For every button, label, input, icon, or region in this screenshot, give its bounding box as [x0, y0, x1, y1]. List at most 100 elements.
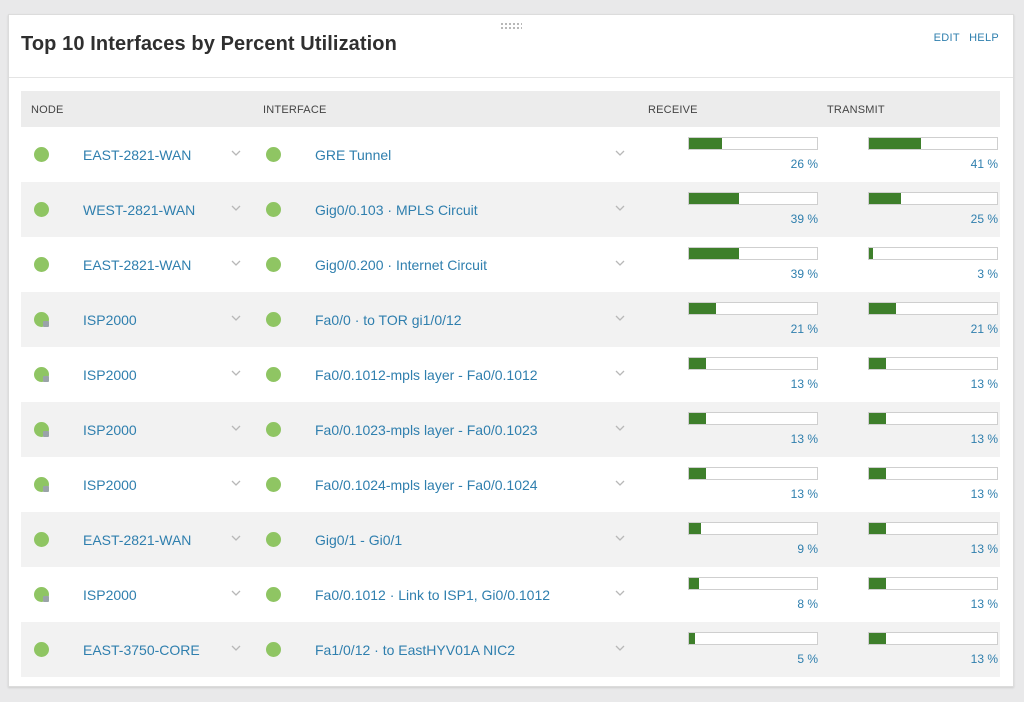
chevron-down-icon[interactable]	[613, 476, 627, 490]
node-link[interactable]: EAST-3750-CORE	[83, 642, 200, 658]
chevron-down-icon[interactable]	[229, 476, 243, 490]
table-row: ISP2000 Fa0/0.1024-mpls layer - Fa0/0.10…	[21, 457, 1000, 512]
receive-percent[interactable]: 13 %	[758, 377, 818, 391]
receive-bar-fill	[689, 578, 700, 589]
node-link[interactable]: EAST-2821-WAN	[83, 147, 191, 163]
interface-link[interactable]: Fa0/0.1023-mpls layer - Fa0/0.1023	[315, 422, 538, 438]
chevron-down-icon[interactable]	[229, 531, 243, 545]
receive-bar	[688, 522, 818, 535]
receive-percent[interactable]: 26 %	[758, 157, 818, 171]
chevron-down-icon[interactable]	[613, 531, 627, 545]
transmit-percent[interactable]: 3 %	[938, 267, 998, 281]
table-row: ISP2000 Fa0/0.1012 · Link to ISP1, Gi0/0…	[21, 567, 1000, 622]
interface-link[interactable]: Gig0/0.103 · MPLS Circuit	[315, 202, 478, 218]
chevron-down-icon[interactable]	[229, 366, 243, 380]
transmit-percent[interactable]: 13 %	[938, 487, 998, 501]
transmit-percent[interactable]: 21 %	[938, 322, 998, 336]
transmit-bar	[868, 137, 998, 150]
chevron-down-icon[interactable]	[613, 146, 627, 160]
edit-button[interactable]: EDIT	[934, 32, 960, 44]
chevron-down-icon[interactable]	[229, 311, 243, 325]
help-button[interactable]: HELP	[969, 32, 999, 44]
transmit-bar	[868, 522, 998, 535]
title-divider	[9, 77, 1013, 78]
interface-link[interactable]: Fa0/0.1024-mpls layer - Fa0/0.1024	[315, 477, 538, 493]
node-link[interactable]: WEST-2821-WAN	[83, 202, 195, 218]
column-header-node: NODE	[31, 104, 64, 116]
node-link[interactable]: ISP2000	[83, 422, 137, 438]
transmit-percent[interactable]: 13 %	[938, 542, 998, 556]
interface-link[interactable]: Gig0/1 - Gi0/1	[315, 532, 402, 548]
chevron-down-icon[interactable]	[613, 366, 627, 380]
transmit-percent[interactable]: 13 %	[938, 432, 998, 446]
receive-bar-fill	[689, 358, 706, 369]
chevron-down-icon[interactable]	[229, 586, 243, 600]
receive-bar	[688, 302, 818, 315]
receive-bar-fill	[689, 468, 706, 479]
node-status-icon	[34, 367, 49, 382]
interface-status-icon	[266, 422, 281, 437]
receive-percent[interactable]: 39 %	[758, 212, 818, 226]
chevron-down-icon[interactable]	[613, 311, 627, 325]
table-row: ISP2000 Fa0/0.1012-mpls layer - Fa0/0.10…	[21, 347, 1000, 402]
node-link[interactable]: ISP2000	[83, 367, 137, 383]
transmit-bar-fill	[869, 468, 886, 479]
transmit-percent[interactable]: 13 %	[938, 377, 998, 391]
interface-status-icon	[266, 257, 281, 272]
transmit-bar	[868, 302, 998, 315]
table-body: EAST-2821-WAN GRE Tunnel 26 % 41 % WEST-…	[21, 127, 1000, 677]
chevron-down-icon[interactable]	[613, 201, 627, 215]
transmit-bar	[868, 632, 998, 645]
chevron-down-icon[interactable]	[229, 201, 243, 215]
receive-percent[interactable]: 13 %	[758, 487, 818, 501]
node-status-icon	[34, 532, 49, 547]
interface-link[interactable]: Fa0/0.1012-mpls layer - Fa0/0.1012	[315, 367, 538, 383]
interface-link[interactable]: Fa1/0/12 · to EastHYV01A NIC2	[315, 642, 515, 658]
node-link[interactable]: ISP2000	[83, 312, 137, 328]
node-link[interactable]: ISP2000	[83, 587, 137, 603]
interface-link[interactable]: Fa0/0.1012 · Link to ISP1, Gi0/0.1012	[315, 587, 550, 603]
receive-percent[interactable]: 8 %	[758, 597, 818, 611]
receive-percent[interactable]: 39 %	[758, 267, 818, 281]
receive-percent[interactable]: 21 %	[758, 322, 818, 336]
transmit-percent[interactable]: 41 %	[938, 157, 998, 171]
receive-percent[interactable]: 5 %	[758, 652, 818, 666]
chevron-down-icon[interactable]	[613, 421, 627, 435]
column-header-interface: INTERFACE	[263, 104, 327, 116]
node-link[interactable]: EAST-2821-WAN	[83, 257, 191, 273]
receive-bar	[688, 412, 818, 425]
table-row: EAST-2821-WAN Gig0/0.200 · Internet Circ…	[21, 237, 1000, 292]
transmit-bar-fill	[869, 413, 886, 424]
interface-status-icon	[266, 587, 281, 602]
interface-status-icon	[266, 532, 281, 547]
receive-percent[interactable]: 9 %	[758, 542, 818, 556]
chevron-down-icon[interactable]	[613, 256, 627, 270]
interface-link[interactable]: Fa0/0 · to TOR gi1/0/12	[315, 312, 462, 328]
interface-link[interactable]: GRE Tunnel	[315, 147, 391, 163]
table-header: NODE INTERFACE RECEIVE TRANSMIT	[21, 91, 1000, 127]
transmit-bar	[868, 412, 998, 425]
chevron-down-icon[interactable]	[229, 641, 243, 655]
widget-title: Top 10 Interfaces by Percent Utilization	[21, 33, 397, 55]
transmit-percent[interactable]: 13 %	[938, 597, 998, 611]
node-link[interactable]: EAST-2821-WAN	[83, 532, 191, 548]
interface-link[interactable]: Gig0/0.200 · Internet Circuit	[315, 257, 487, 273]
chevron-down-icon[interactable]	[613, 641, 627, 655]
chevron-down-icon[interactable]	[229, 421, 243, 435]
interfaces-table: NODE INTERFACE RECEIVE TRANSMIT EAST-282…	[21, 91, 1000, 677]
receive-percent[interactable]: 13 %	[758, 432, 818, 446]
receive-bar-fill	[689, 193, 739, 204]
chevron-down-icon[interactable]	[229, 146, 243, 160]
table-row: ISP2000 Fa0/0 · to TOR gi1/0/12 21 % 21 …	[21, 292, 1000, 347]
chevron-down-icon[interactable]	[229, 256, 243, 270]
transmit-bar-fill	[869, 248, 873, 259]
node-link[interactable]: ISP2000	[83, 477, 137, 493]
chevron-down-icon[interactable]	[613, 586, 627, 600]
node-status-icon	[34, 477, 49, 492]
transmit-percent[interactable]: 13 %	[938, 652, 998, 666]
receive-bar-fill	[689, 523, 701, 534]
transmit-percent[interactable]: 25 %	[938, 212, 998, 226]
drag-handle-icon[interactable]	[500, 22, 522, 30]
interface-status-icon	[266, 202, 281, 217]
table-row: EAST-2821-WAN Gig0/1 - Gi0/1 9 % 13 %	[21, 512, 1000, 567]
